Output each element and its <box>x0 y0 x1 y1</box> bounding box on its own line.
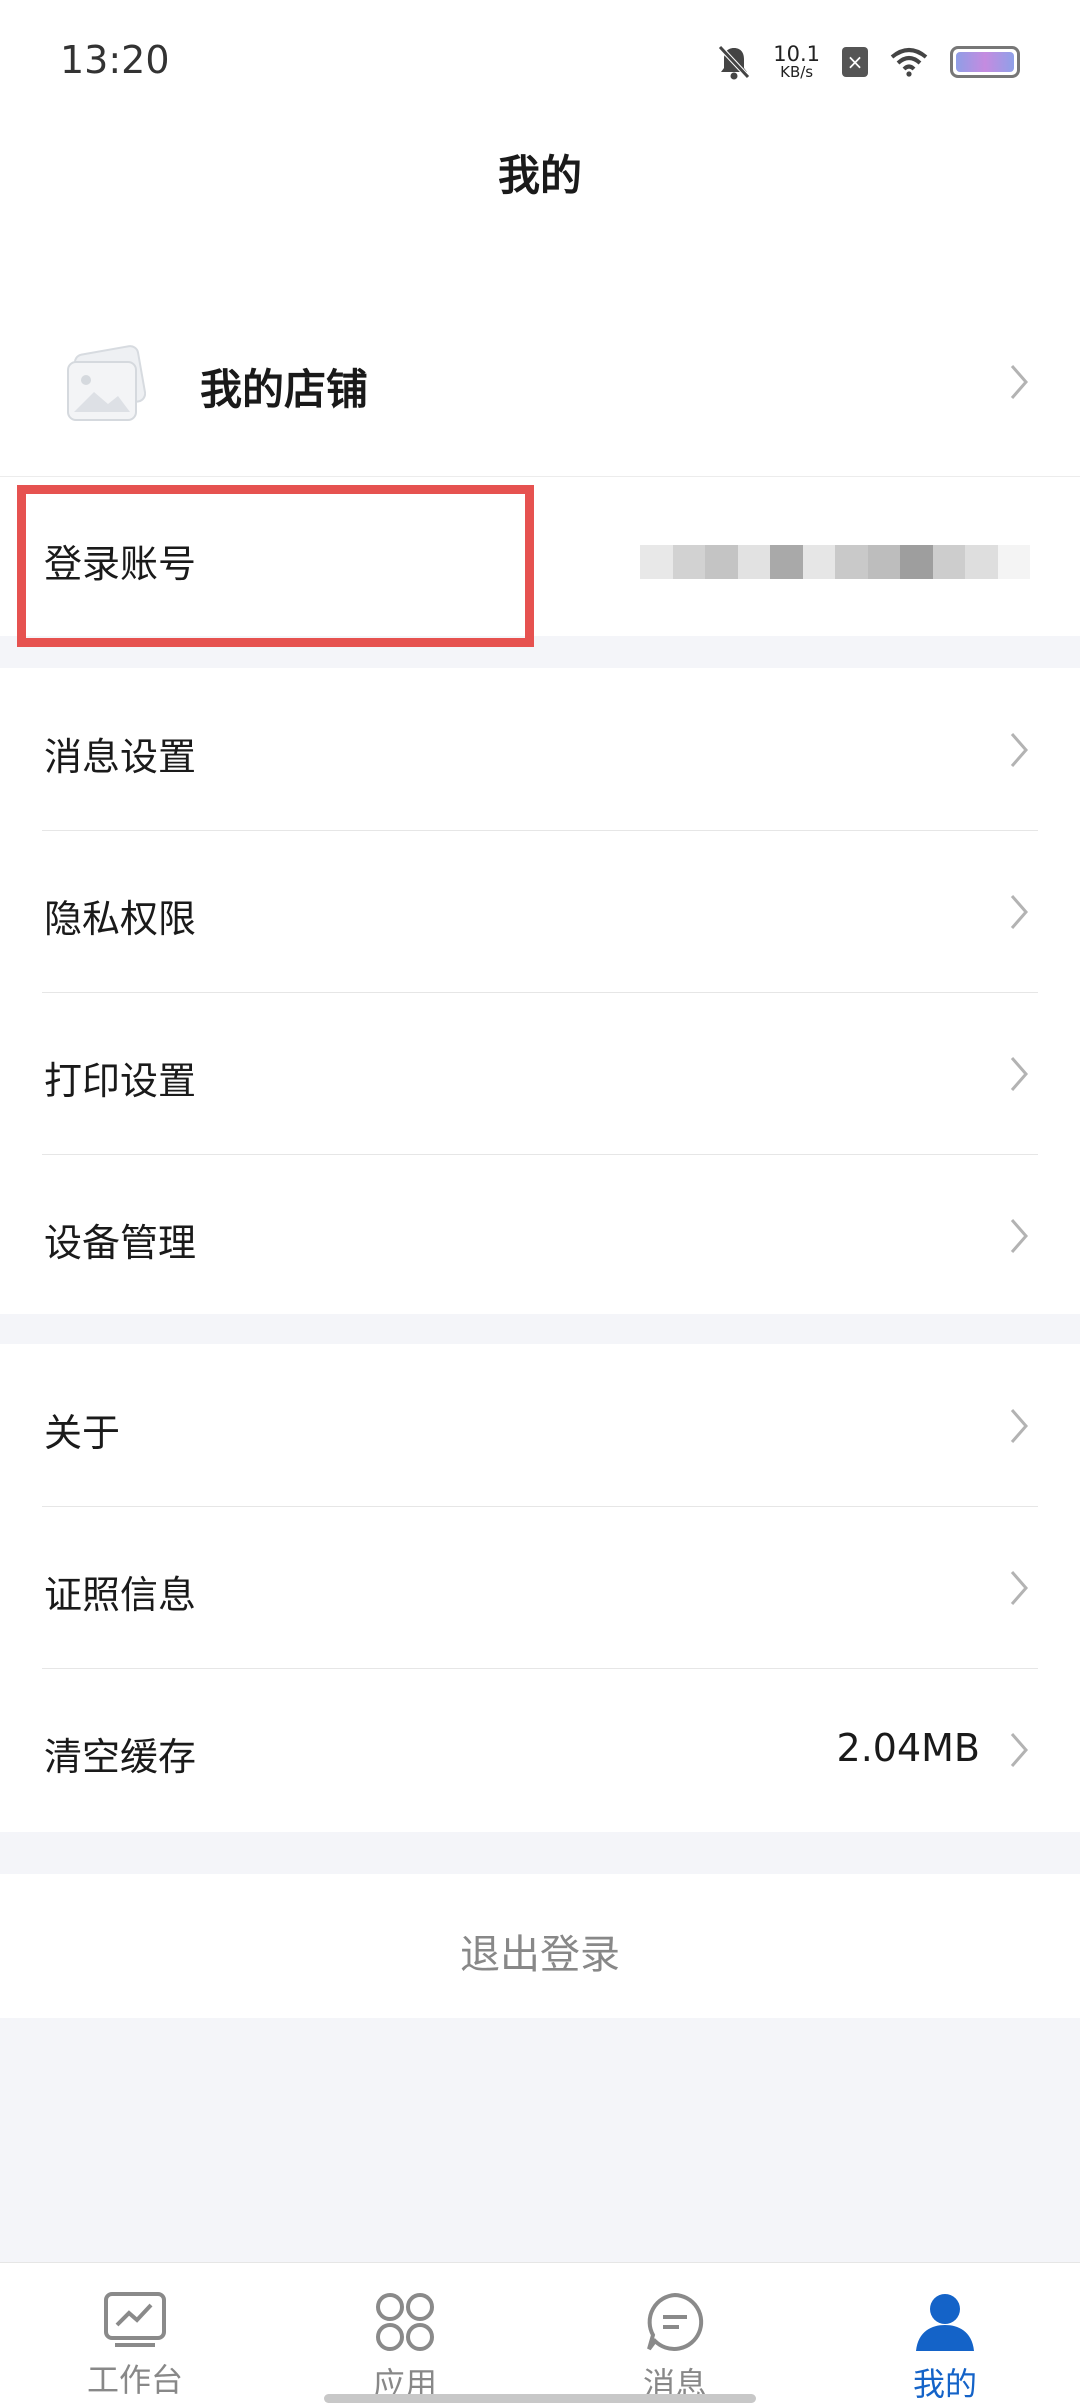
net-speed-value: 10.1 <box>773 42 820 66</box>
logout-label: 退出登录 <box>460 1932 620 1978</box>
bell-muted-icon <box>718 45 751 80</box>
net-speed-unit: KB/s <box>780 63 814 81</box>
chevron-right-icon <box>1010 1409 1028 1443</box>
battery-icon <box>950 46 1020 78</box>
license-info-row[interactable]: 证照信息 <box>0 1506 1080 1668</box>
home-indicator[interactable] <box>324 2394 756 2403</box>
row-label: 隐私权限 <box>44 897 197 941</box>
status-bar: 13:20 10.1 KB/s × <box>0 0 1080 120</box>
tab-label: 我的 <box>912 2365 977 2403</box>
row-label: 打印设置 <box>44 1059 197 1103</box>
row-label: 消息设置 <box>44 735 197 779</box>
my-store-row[interactable]: 我的店铺 <box>0 290 1080 476</box>
tab-workbench[interactable]: 工作台 <box>35 2263 235 2408</box>
store-image-icon <box>67 345 146 421</box>
cache-size-value: 2.04MB <box>836 1726 980 1770</box>
battery-level <box>956 52 1014 72</box>
tab-messages[interactable]: 消息 <box>575 2263 775 2408</box>
page-title: 我的 <box>497 151 582 200</box>
print-settings-row[interactable]: 打印设置 <box>0 992 1080 1154</box>
tab-label: 工作台 <box>86 2361 183 2399</box>
row-label: 清空缓存 <box>44 1735 197 1779</box>
chevron-right-icon <box>1010 733 1028 767</box>
store-label: 我的店铺 <box>200 365 369 414</box>
chevron-right-icon <box>1010 1571 1028 1605</box>
row-label: 证照信息 <box>44 1573 197 1617</box>
status-time: 13:20 <box>60 38 170 82</box>
logout-button[interactable]: 退出登录 <box>0 1874 1080 2018</box>
privacy-permissions-row[interactable]: 隐私权限 <box>0 830 1080 992</box>
about-row[interactable]: 关于 <box>0 1344 1080 1506</box>
row-label: 设备管理 <box>44 1221 197 1265</box>
workbench-chart-icon <box>104 2292 166 2347</box>
person-icon <box>916 2294 974 2351</box>
status-icons: 10.1 KB/s × <box>717 40 1020 84</box>
settings-group-1: 消息设置 隐私权限 打印设置 设备管理 <box>0 668 1080 1314</box>
login-account-value-obscured <box>640 545 1030 579</box>
message-bubble-icon <box>647 2292 704 2351</box>
net-speed: 10.1 KB/s <box>773 44 820 80</box>
wifi-icon <box>890 48 928 77</box>
mine-page: 13:20 10.1 KB/s × 我的 我的店铺 登录账号 消息设置 隐私权限… <box>0 0 1080 2408</box>
bottom-tab-bar: 工作台 应用 消息 我的 <box>0 2262 1080 2408</box>
chevron-right-icon <box>1010 1219 1028 1253</box>
highlight-box <box>17 485 534 647</box>
message-settings-row[interactable]: 消息设置 <box>0 668 1080 830</box>
clear-cache-row[interactable]: 清空缓存 2.04MB <box>0 1668 1080 1830</box>
tab-apps[interactable]: 应用 <box>305 2263 505 2408</box>
chevron-right-icon <box>1010 895 1028 929</box>
settings-group-2: 关于 证照信息 清空缓存 2.04MB <box>0 1344 1080 1832</box>
sim-off-icon: × <box>842 47 868 77</box>
apps-grid-icon <box>376 2293 434 2351</box>
chevron-right-icon <box>1010 365 1028 399</box>
device-management-row[interactable]: 设备管理 <box>0 1154 1080 1316</box>
chevron-right-icon <box>1010 1057 1028 1091</box>
login-account-row[interactable]: 登录账号 <box>0 476 1080 647</box>
chevron-right-icon <box>1010 1733 1028 1767</box>
row-label: 关于 <box>44 1411 121 1455</box>
tab-mine[interactable]: 我的 <box>845 2263 1045 2408</box>
